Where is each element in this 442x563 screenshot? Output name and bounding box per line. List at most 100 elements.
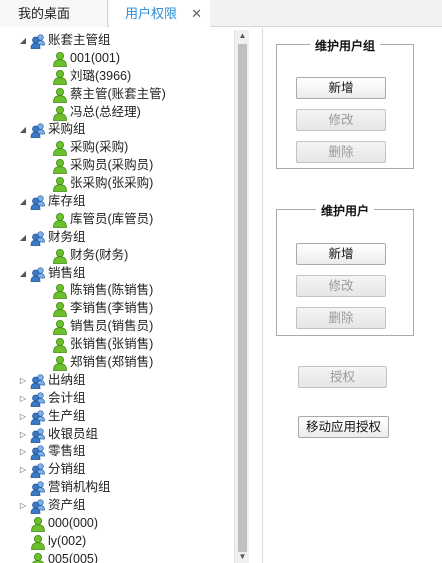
tree-group-node[interactable]: ▷ 收银员组 xyxy=(0,426,235,444)
tree-group-node[interactable]: ◢ 库存组 xyxy=(0,193,235,211)
tree-group-node[interactable]: ◢ 采购组 xyxy=(0,121,235,139)
user-group-icon xyxy=(30,194,46,210)
tree-node-label: 蔡主管(账套主管) xyxy=(70,86,166,101)
expand-icon[interactable]: ▷ xyxy=(18,390,28,408)
user-group-icon xyxy=(30,33,46,49)
tree-user-node[interactable]: 采购(采购) xyxy=(0,139,235,157)
tree-user-node[interactable]: 财务(财务) xyxy=(0,247,235,265)
user-group-icon xyxy=(30,427,46,443)
collapse-icon[interactable]: ◢ xyxy=(18,121,28,139)
scroll-up-icon[interactable]: ▲ xyxy=(235,30,250,42)
tree-group-node[interactable]: ▷ 零售组 xyxy=(0,443,235,461)
tree-user-node[interactable]: 库管员(库管员) xyxy=(0,211,235,229)
user-icon xyxy=(52,337,68,354)
tree-user-node[interactable]: 郑销售(郑销售) xyxy=(0,354,235,372)
collapse-icon[interactable]: ◢ xyxy=(18,193,28,211)
collapse-icon[interactable]: ◢ xyxy=(18,265,28,283)
user-icon xyxy=(52,51,68,67)
actions-pane: 维护用户组 新增 修改 删除 维护用户 新增 修改 删除 授权 移动应用授权 xyxy=(262,28,442,563)
tree-user-node[interactable]: ly(002) xyxy=(0,533,235,551)
mobile-authorize-button[interactable]: 移动应用授权 xyxy=(298,416,389,438)
user-icon xyxy=(52,176,68,193)
user-icon xyxy=(30,552,46,563)
tree-group-node[interactable]: ▷ 资产组 xyxy=(0,497,235,515)
tree-group-node[interactable]: ▷ 生产组 xyxy=(0,408,235,426)
user-group-icon xyxy=(30,230,46,246)
user-group-icon xyxy=(30,462,46,479)
tree-user-node[interactable]: 采购员(采购员) xyxy=(0,157,235,175)
tree-group-node[interactable]: ▷ 出纳组 xyxy=(0,372,235,390)
scroll-down-icon[interactable]: ▼ xyxy=(235,551,250,563)
user-group-fieldset: 维护用户组 新增 修改 删除 xyxy=(276,39,414,169)
tree-node-label: 采购组 xyxy=(48,122,86,137)
tree-node-label: 陈销售(陈销售) xyxy=(70,283,154,298)
close-icon[interactable]: ✕ xyxy=(191,0,202,27)
tree-node-label: 资产组 xyxy=(48,498,86,513)
expand-icon[interactable]: ▷ xyxy=(18,443,28,461)
tree-node-label: 刘璐(3966) xyxy=(70,68,132,83)
tree-group-node[interactable]: 营销机构组 xyxy=(0,479,235,497)
user-group-title: 维护用户组 xyxy=(309,39,380,53)
tab-my-desktop[interactable]: 我的桌面 xyxy=(0,0,108,27)
user-group-icon xyxy=(30,373,46,389)
expand-icon[interactable]: ▷ xyxy=(18,426,28,444)
tree-user-node[interactable]: 销售员(销售员) xyxy=(0,318,235,336)
expand-icon[interactable]: ▷ xyxy=(18,372,28,390)
scrollbar-thumb[interactable] xyxy=(238,44,247,552)
tree-node-label: 账套主管组 xyxy=(48,33,111,47)
add-user-button[interactable]: 新增 xyxy=(296,243,386,265)
edit-user-group-button[interactable]: 修改 xyxy=(296,109,386,131)
tree-group-node[interactable]: ◢ 销售组 xyxy=(0,265,235,283)
tree-user-node[interactable]: 张采购(张采购) xyxy=(0,175,235,193)
tree-user-node[interactable]: 000(000) xyxy=(0,515,235,533)
user-icon xyxy=(52,319,68,336)
tree-node-label: 营销机构组 xyxy=(48,480,111,495)
tab-user-permissions[interactable]: 用户权限 ✕ xyxy=(109,0,210,28)
tree-node-label: 冯总(总经理) xyxy=(70,104,141,119)
tree-group-node[interactable]: ▷ 分销组 xyxy=(0,461,235,479)
edit-user-button[interactable]: 修改 xyxy=(296,275,386,297)
tree-user-node[interactable]: 陈销售(陈销售) xyxy=(0,282,235,300)
tab-user-permissions-label: 用户权限 xyxy=(125,6,178,21)
delete-user-group-button[interactable]: 删除 xyxy=(296,141,386,163)
user-icon xyxy=(52,69,68,85)
tree-user-node[interactable]: 刘璐(3966) xyxy=(0,68,235,86)
tree-node-label: ly(002) xyxy=(48,533,87,548)
user-icon xyxy=(52,283,68,300)
user-group-icon xyxy=(30,444,46,461)
user-tree-pane: ◢ 账套主管组 001(001) 刘璐(3966) 蔡主管(账套主管) 冯总(总经理) ◢ 采… xyxy=(0,28,250,563)
tree-user-node[interactable]: 张销售(张销售) xyxy=(0,336,235,354)
collapse-icon[interactable]: ◢ xyxy=(18,32,28,50)
user-icon xyxy=(52,140,68,157)
tree-node-label: 001(001) xyxy=(70,50,121,65)
tree-user-node[interactable]: 冯总(总经理) xyxy=(0,104,235,122)
tree-scrollbar[interactable]: ▲ ▼ xyxy=(234,30,249,563)
tree-node-label: 张销售(张销售) xyxy=(70,337,154,352)
user-group-icon xyxy=(30,480,46,497)
tree-user-node[interactable]: 蔡主管(账套主管) xyxy=(0,86,235,104)
tree-group-node[interactable]: ◢ 账套主管组 xyxy=(0,32,235,50)
tree-node-label: 销售组 xyxy=(48,265,86,280)
user-fieldset: 维护用户 新增 修改 删除 xyxy=(276,204,414,336)
user-title: 维护用户 xyxy=(315,204,374,218)
authorize-button[interactable]: 授权 xyxy=(298,366,387,388)
tree-node-label: 出纳组 xyxy=(48,372,86,387)
tree-node-label: 财务(财务) xyxy=(70,247,129,262)
delete-user-button[interactable]: 删除 xyxy=(296,307,386,329)
expand-icon[interactable]: ▷ xyxy=(18,497,28,515)
user-icon xyxy=(30,516,46,532)
tab-bar: 我的桌面 用户权限 ✕ xyxy=(0,0,442,28)
add-user-group-button[interactable]: 新增 xyxy=(296,77,386,99)
expand-icon[interactable]: ▷ xyxy=(18,461,28,479)
tree-node-label: 分销组 xyxy=(48,462,86,477)
tree-user-node[interactable]: 李销售(李销售) xyxy=(0,300,235,318)
tree-node-label: 张采购(张采购) xyxy=(70,176,154,191)
tree-group-node[interactable]: ▷ 会计组 xyxy=(0,390,235,408)
tree-user-node[interactable]: 005(005) xyxy=(0,551,235,563)
tree-node-label: 财务组 xyxy=(48,229,86,244)
tree-user-node[interactable]: 001(001) xyxy=(0,50,235,68)
tree-group-node[interactable]: ◢ 财务组 xyxy=(0,229,235,247)
user-icon xyxy=(52,158,68,175)
expand-icon[interactable]: ▷ xyxy=(18,408,28,426)
collapse-icon[interactable]: ◢ xyxy=(18,229,28,247)
